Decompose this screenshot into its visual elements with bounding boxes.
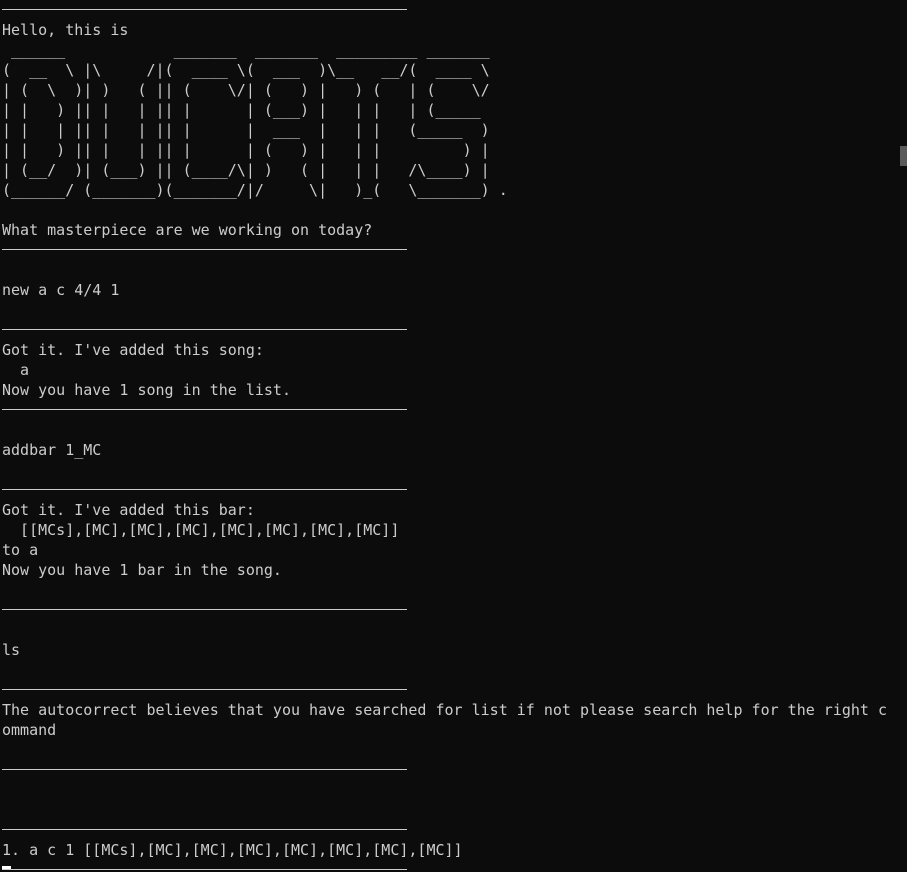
user-command-new: new a c 4/4 1 xyxy=(2,281,120,299)
separator-line xyxy=(2,480,894,500)
terminal-output: Hello, this is ______ _______ _______ __… xyxy=(2,0,894,872)
autocorrect-message: The autocorrect believes that you have s… xyxy=(2,701,888,739)
logo-line: | (__/ )| (___) || (____/\| ) ( | | | /\… xyxy=(2,161,490,179)
greeting-text: Hello, this is xyxy=(2,21,129,39)
response-line: Now you have 1 song in the list. xyxy=(2,381,291,399)
separator-line xyxy=(2,860,894,872)
response-line: Got it. I've added this song: xyxy=(2,341,264,359)
response-line: [[MCs],[MC],[MC],[MC],[MC],[MC],[MC],[MC… xyxy=(2,521,400,539)
user-command-ls: ls xyxy=(2,641,21,659)
separator-line xyxy=(2,0,894,20)
scrollbar-thumb[interactable] xyxy=(900,146,907,166)
terminal-window[interactable]: Hello, this is ______ _______ _______ __… xyxy=(0,0,907,872)
list-item: 1. a c 1 [[MCs],[MC],[MC],[MC],[MC],[MC]… xyxy=(2,841,463,859)
logo-line: ______ _______ _______ _________ _______ xyxy=(2,41,499,59)
user-command-addbar: addbar 1_MC xyxy=(2,441,102,459)
logo-line: | ( \ )| ) ( || ( \/| ( ) | ) ( | ( \/ xyxy=(2,81,490,99)
response-line: Now you have 1 bar in the song. xyxy=(2,561,282,579)
separator-line xyxy=(2,820,894,840)
separator-line xyxy=(2,320,894,340)
prompt-question: What masterpiece are we working on today… xyxy=(2,221,373,239)
ducats-ascii-logo: ______ _______ _______ _________ _______… xyxy=(2,40,894,200)
vertical-scrollbar[interactable] xyxy=(900,0,907,872)
response-line: to a xyxy=(2,541,39,559)
logo-line: | | | || | | || | | ___ | | | (_____ ) xyxy=(2,121,490,139)
response-line: Got it. I've added this bar: xyxy=(2,501,255,519)
separator-line xyxy=(2,600,894,620)
separator-line xyxy=(2,680,894,700)
separator-line xyxy=(2,400,894,420)
separator-line xyxy=(2,240,894,260)
separator-line xyxy=(2,760,894,780)
text-cursor xyxy=(2,866,11,869)
logo-line: | | ) || | | || | | ( ) | | | ) | xyxy=(2,141,490,159)
response-line: a xyxy=(2,361,30,379)
logo-line: | | ) || | | || | | (___) | | | | (_____ xyxy=(2,101,490,119)
logo-line: ( __ \ |\ /|( ____ \( ___ )\__ __/( ____… xyxy=(2,61,490,79)
logo-line: (______/ (_______)(_______/|/ \| )_( \__… xyxy=(2,181,508,199)
